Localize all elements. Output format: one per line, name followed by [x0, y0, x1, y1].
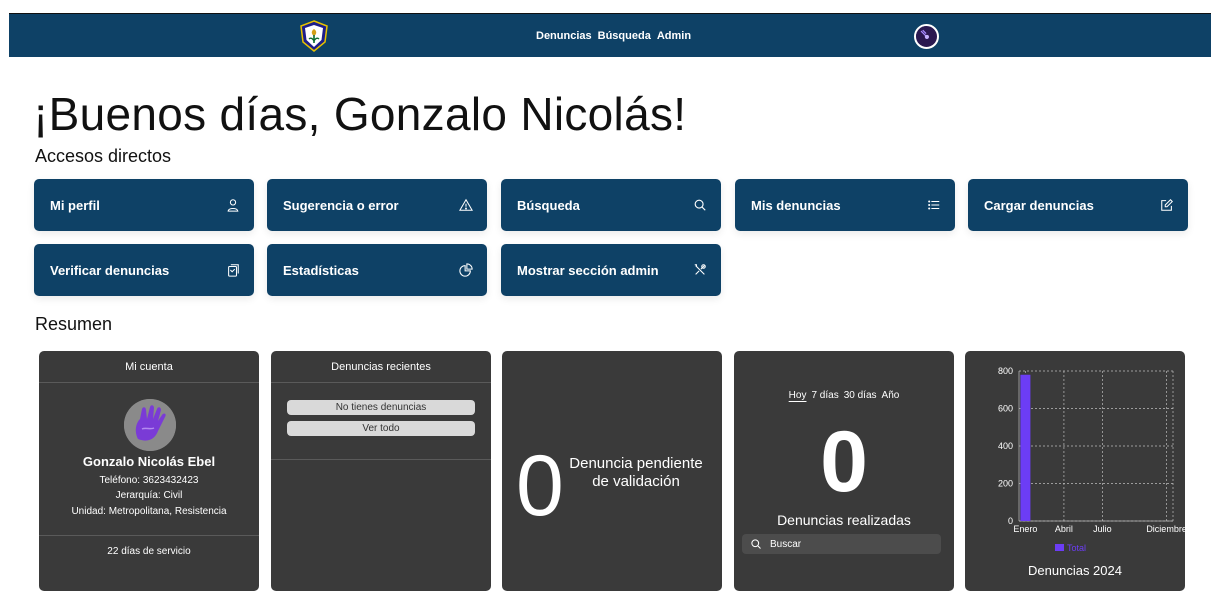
shortcut-estadisticas[interactable]: Estadísticas [267, 244, 487, 296]
shortcut-mi-perfil[interactable]: Mi perfil [34, 179, 254, 231]
x-tick-label: Diciembre [1146, 524, 1185, 534]
shortcut-sugerencia[interactable]: Sugerencia o error [267, 179, 487, 231]
account-card: Mi cuenta Gonzalo Nicolás Ebel Teléfono:… [39, 351, 259, 591]
edit-icon [1161, 199, 1173, 211]
yearly-bar-chart: 0 200 400 600 800 Enero Abril Julio Diciembre Tot… [998, 366, 1185, 551]
x-tick-label: Julio [1093, 524, 1112, 534]
summary-title: Resumen [35, 314, 113, 334]
clipboard-icon [228, 264, 239, 277]
user-icon [227, 199, 239, 212]
main-nav: Denuncias Búsqueda Admin [536, 30, 691, 42]
reports-search[interactable] [742, 534, 941, 554]
search-icon [694, 199, 706, 211]
shortcut-mostrar-admin[interactable]: Mostrar sección admin [501, 244, 721, 296]
shortcut-busqueda[interactable]: Búsqueda [501, 179, 721, 231]
pending-label: Denuncia pendiente de validación [569, 455, 703, 490]
search-icon [751, 539, 761, 549]
x-tick-label: Abril [1055, 524, 1073, 534]
chart-title: Denuncias 2024 [1028, 563, 1122, 578]
shortcut-label: Estadísticas [283, 262, 359, 278]
shortcut-verificar-denuncias[interactable]: Verificar denuncias [34, 244, 254, 296]
shortcut-label: Búsqueda [517, 197, 580, 213]
shortcuts-title: Accesos directos [35, 146, 172, 166]
police-logo[interactable] [298, 20, 330, 52]
no-reports-pill: No tienes denuncias [287, 400, 475, 415]
reports-made-count: 0 [820, 414, 868, 510]
shortcut-label: Mi perfil [50, 197, 100, 213]
warning-icon [459, 198, 473, 211]
pie-chart-icon [459, 263, 473, 277]
shortcut-label: Verificar denuncias [50, 262, 170, 278]
account-divider [39, 535, 259, 536]
reports-made-label: Denuncias realizadas [777, 512, 911, 528]
tools-icon [694, 264, 706, 275]
nav-denuncias[interactable]: Denuncias [536, 30, 592, 42]
y-tick-label: 0 [1008, 516, 1013, 526]
y-tick-label: 600 [998, 404, 1013, 414]
pending-card: 0 Denuncia pendiente de validación [502, 351, 722, 591]
range-tab-7-dias[interactable]: 7 días [811, 390, 838, 401]
nav-busqueda[interactable]: Búsqueda [598, 30, 651, 42]
nav-admin[interactable]: Admin [657, 30, 691, 42]
range-tab-30-dias[interactable]: 30 días [844, 390, 877, 401]
legend-swatch [1055, 544, 1064, 551]
reports-made-card: Hoy 7 días 30 días Año 0 Denuncias reali… [734, 351, 954, 591]
range-tab-ano[interactable]: Año [882, 390, 900, 401]
account-phone: Teléfono: 3623432423 [99, 475, 199, 486]
top-navbar: Denuncias Búsqueda Admin [9, 13, 1211, 57]
account-card-title: Mi cuenta [39, 351, 259, 383]
service-days: 22 días de servicio [107, 546, 191, 557]
account-unit: Unidad: Metropolitana, Resistencia [71, 506, 227, 517]
profile-avatar[interactable] [124, 399, 176, 451]
yearly-chart-card: 0 200 400 600 800 Enero Abril Julio Diciembre Tot… [965, 351, 1185, 591]
list-icon [928, 200, 940, 210]
shortcut-cargar-denuncias[interactable]: Cargar denuncias [968, 179, 1188, 231]
shortcut-label: Sugerencia o error [283, 197, 399, 213]
shortcut-label: Mostrar sección admin [517, 262, 659, 278]
shortcut-mis-denuncias[interactable]: Mis denuncias [735, 179, 955, 231]
shortcut-label: Cargar denuncias [984, 197, 1094, 213]
user-avatar-button[interactable] [914, 24, 939, 49]
bar-enero [1020, 374, 1031, 521]
y-tick-label: 400 [998, 441, 1013, 451]
recent-reports-card: Denuncias recientes No tienes denuncias … [271, 351, 491, 591]
y-tick-label: 800 [998, 366, 1013, 376]
x-tick-label: Enero [1013, 524, 1037, 534]
y-tick-label: 200 [998, 479, 1013, 489]
account-name: Gonzalo Nicolás Ebel [82, 454, 216, 469]
pending-count: 0 [516, 438, 564, 534]
greeting-heading: ¡Buenos días, Gonzalo Nicolás! [33, 88, 687, 140]
search-input[interactable] [770, 538, 930, 550]
range-tabs: Hoy 7 días 30 días Año [734, 390, 954, 401]
see-all-button[interactable]: Ver todo [287, 421, 475, 436]
shortcut-label: Mis denuncias [751, 197, 841, 213]
recent-reports-title: Denuncias recientes [271, 351, 491, 383]
recent-divider [271, 459, 491, 460]
legend-label: Total [1067, 543, 1086, 551]
range-tab-hoy[interactable]: Hoy [789, 390, 807, 401]
account-rank: Jerarquía: Civil [115, 490, 183, 501]
